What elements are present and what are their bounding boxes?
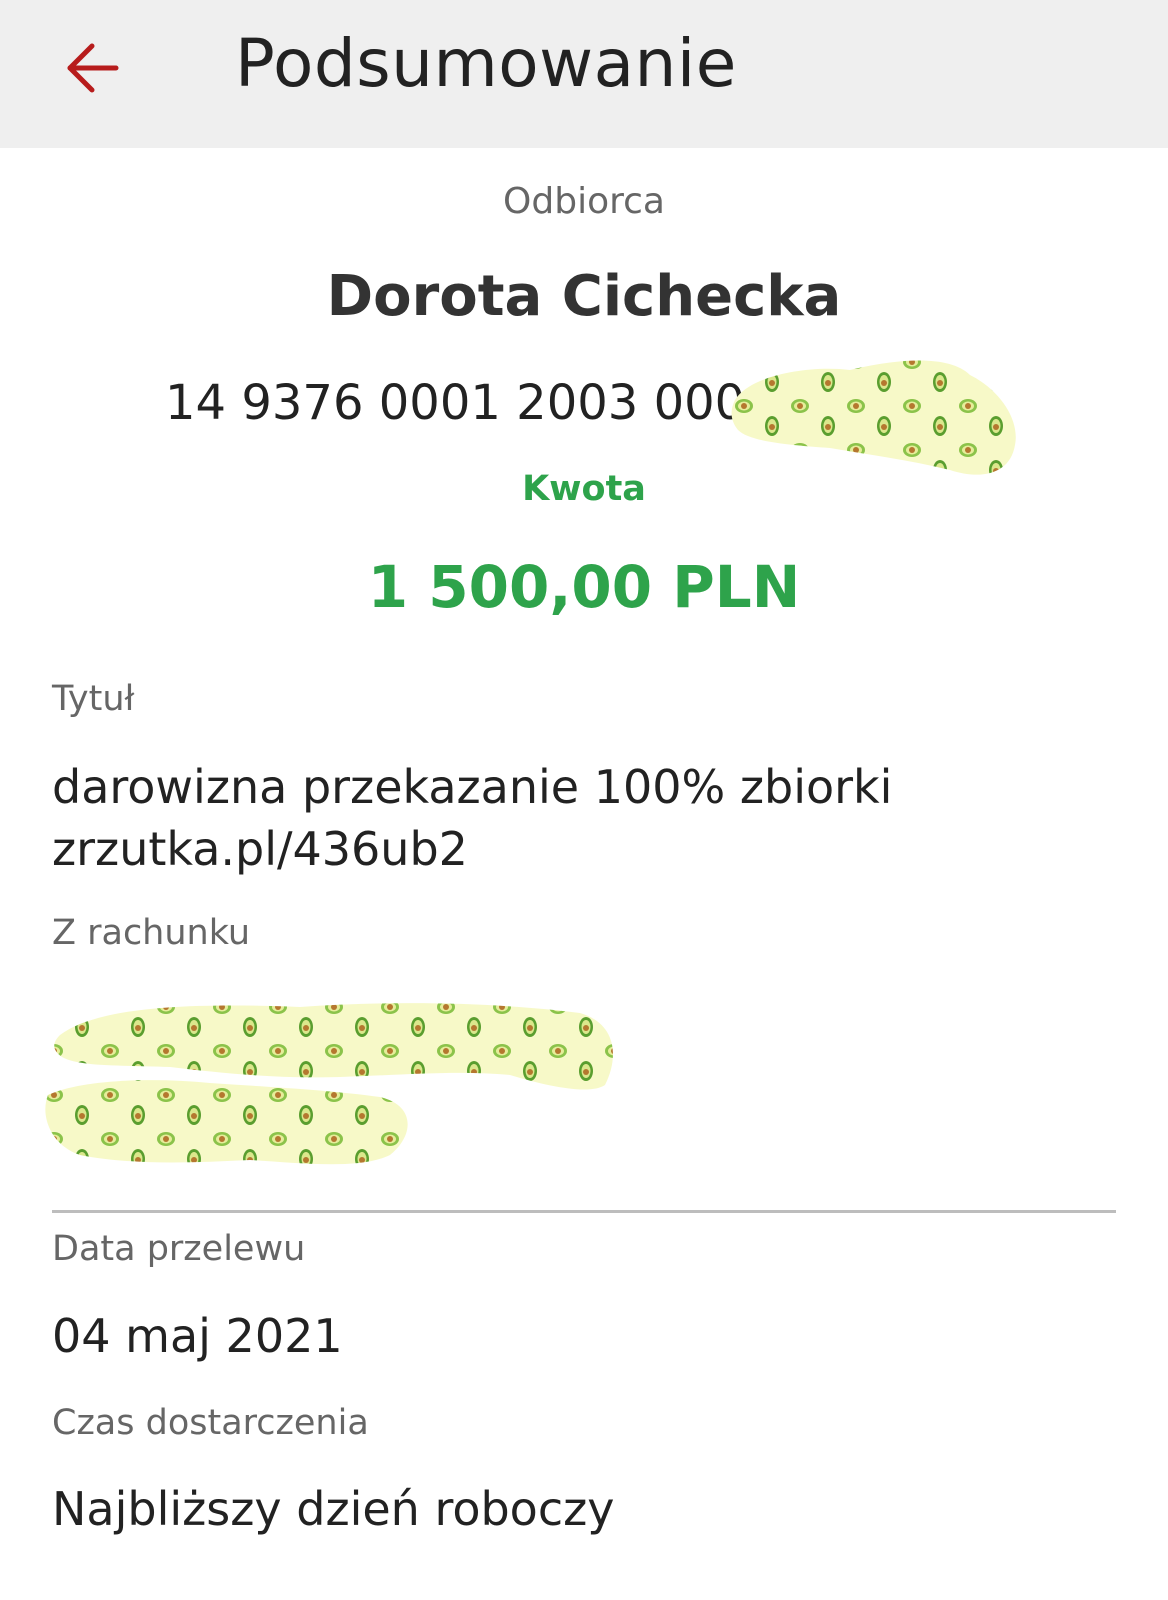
from-account-label: Z rachunku [52, 913, 251, 953]
amount-value: 1 500,00 PLN [367, 553, 801, 621]
recipient-account-number: 14 9376 0001 2003 0000 [165, 375, 776, 431]
delivery-time-label: Czas dostarczenia [52, 1403, 369, 1443]
arrow-left-icon [67, 43, 119, 93]
redaction-overlay-account [45, 1003, 613, 1165]
title-label: Tytuł [52, 679, 135, 719]
recipient-label: Odbiorca [503, 181, 665, 222]
divider [52, 1210, 1116, 1213]
title-value-line2: zrzutka.pl/436ub2 [52, 822, 468, 876]
page-title: Podsumowanie [235, 25, 737, 102]
back-button[interactable] [56, 32, 128, 104]
app-bar: Podsumowanie [0, 0, 1168, 148]
recipient-name: Dorota Cichecka [326, 264, 842, 329]
delivery-time-value: Najbliższy dzień roboczy [52, 1482, 615, 1536]
amount-label: Kwota [522, 469, 646, 509]
transfer-date-value: 04 maj 2021 [52, 1309, 343, 1363]
transfer-date-label: Data przelewu [52, 1229, 306, 1269]
title-value-line1: darowizna przekazanie 100% zbiorki [52, 760, 893, 814]
